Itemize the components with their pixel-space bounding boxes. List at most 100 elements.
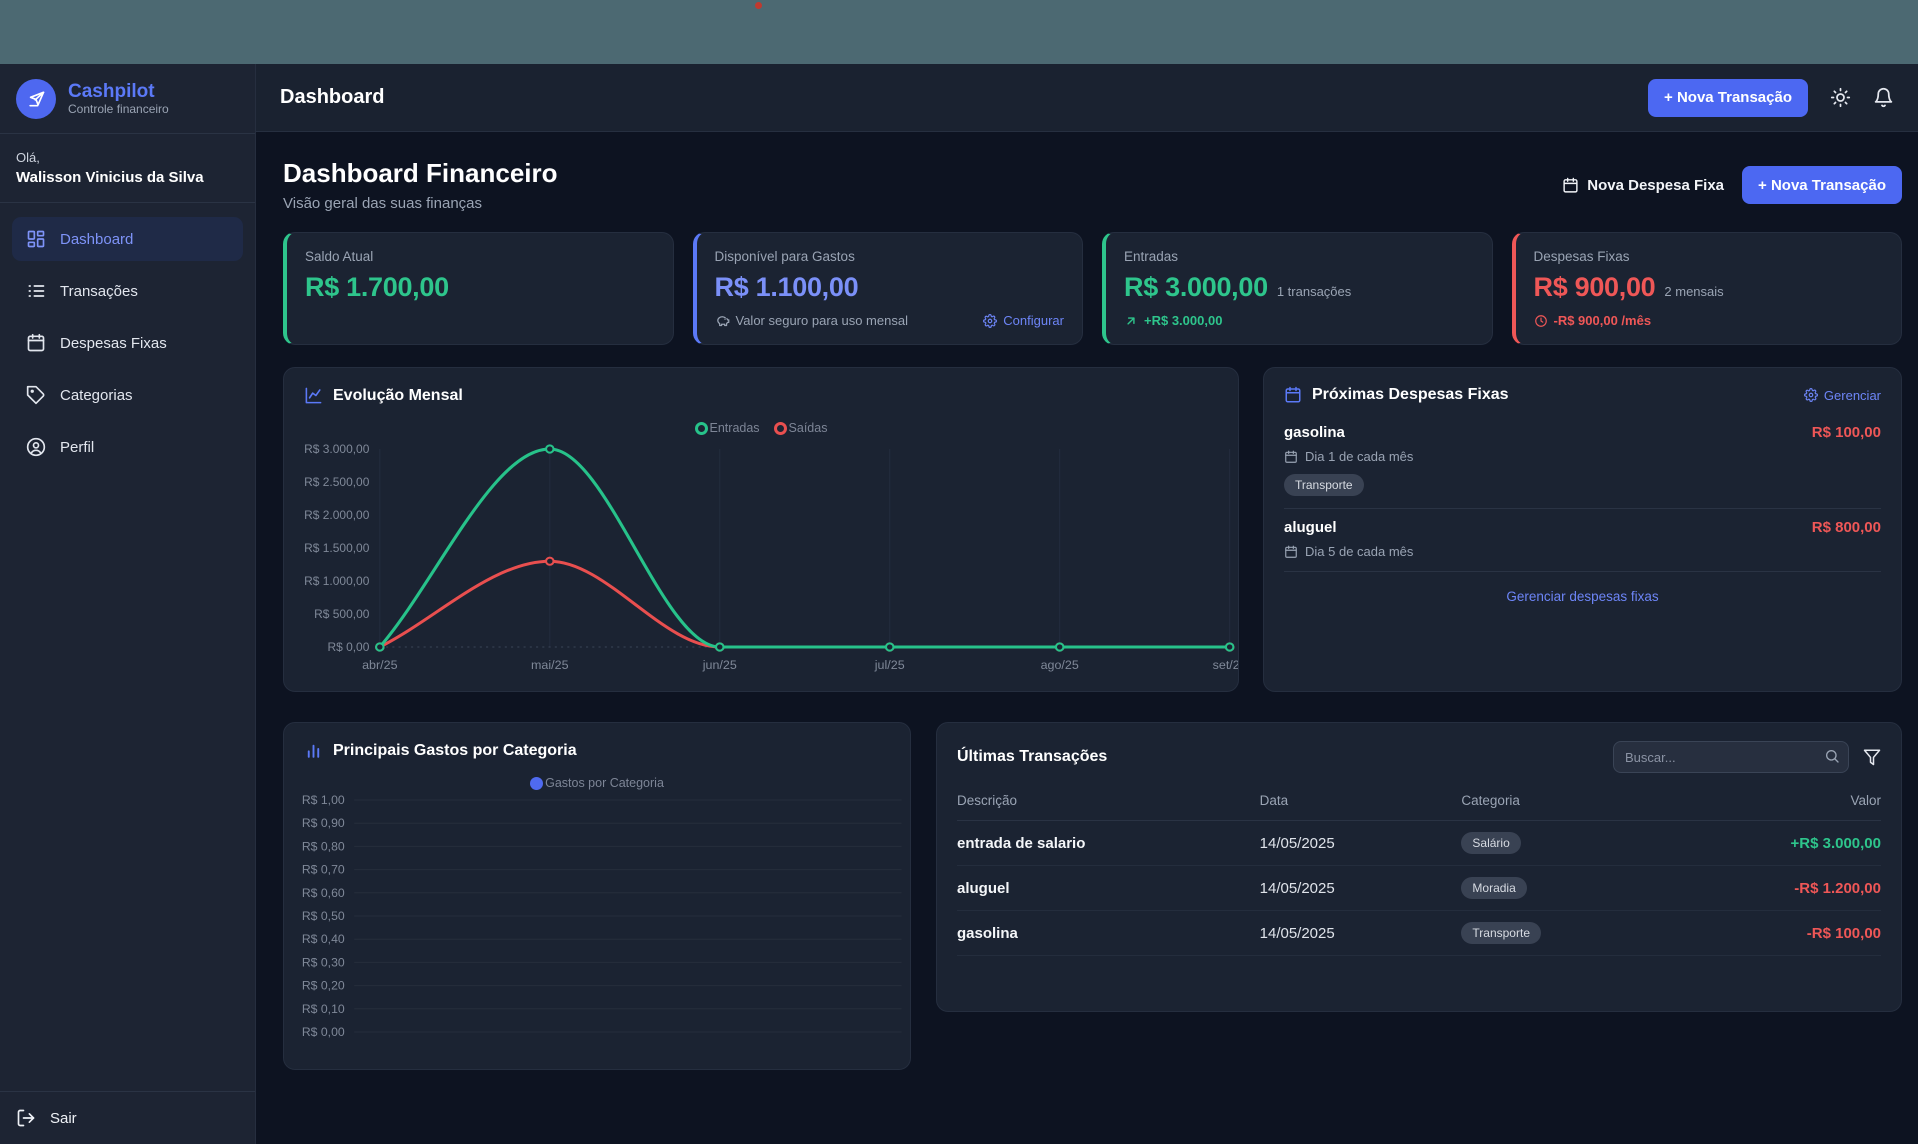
svg-text:R$ 500,00: R$ 500,00: [314, 608, 370, 621]
manage-fixed-expenses-link[interactable]: Gerenciar despesas fixas: [1506, 589, 1658, 604]
user-name: Walisson Vinicius da Silva: [16, 169, 239, 186]
logout-button[interactable]: Sair: [16, 1108, 239, 1128]
bell-icon: [1873, 87, 1894, 108]
legend-marker: [695, 422, 708, 435]
legend-item[interactable]: Saídas: [774, 421, 828, 435]
category-spending-chart: R$ 1,00 R$ 0,90 R$ 0,80 R$ 0,70 R$ 0,60 R$ 0,…: [284, 792, 910, 1042]
monthly-evolution-card: Evolução Mensal Entradas Saídas R$ 3.000,…: [283, 367, 1239, 692]
bar-chart-legend: Gastos por Categoria: [284, 776, 910, 790]
sidebar-item-label: Despesas Fixas: [60, 335, 167, 352]
column-header: Categoria: [1461, 793, 1702, 808]
monthly-evolution-chart: R$ 3.000,00R$ 2.500,00R$ 2.000,00R$ 1.50…: [284, 437, 1238, 677]
sidebar-item-dashboard[interactable]: Dashboard: [12, 217, 243, 261]
gear-icon: [983, 314, 997, 328]
tag-icon: [26, 385, 46, 405]
user-greeting: Olá, Walisson Vinicius da Silva: [0, 134, 255, 203]
calendar-icon: [1284, 450, 1298, 464]
svg-text:R$ 3.000,00: R$ 3.000,00: [304, 443, 370, 456]
transactions-rows: entrada de salario14/05/2025Salário+R$ 3…: [957, 821, 1881, 956]
sidebar-item-label: Dashboard: [60, 231, 133, 248]
category-badge: Transporte: [1284, 474, 1364, 496]
svg-text:R$ 0,30: R$ 0,30: [302, 956, 345, 970]
piggy-bank-icon: [715, 313, 730, 328]
legend-item[interactable]: Gastos por Categoria: [530, 776, 664, 790]
stat-suffix: 2 mensais: [1664, 284, 1723, 299]
line-chart-legend: Entradas Saídas: [284, 421, 1238, 435]
tx-date: 14/05/2025: [1260, 835, 1462, 852]
tx-value: -R$ 1.200,00: [1702, 880, 1881, 897]
fixed-expenses-card: Próximas Despesas Fixas Gerenciar gasoli…: [1263, 367, 1902, 692]
configure-link[interactable]: Configurar: [983, 313, 1064, 328]
card-title: Próximas Despesas Fixas: [1312, 386, 1509, 404]
greeting-salutation: Olá,: [16, 150, 239, 165]
svg-text:jun/25: jun/25: [702, 658, 737, 672]
record-dot: [755, 2, 762, 9]
calendar-icon: [1284, 545, 1298, 559]
notifications-button[interactable]: [1873, 87, 1894, 108]
tx-date: 14/05/2025: [1260, 925, 1462, 942]
sidebar-item-categorias[interactable]: Categorias: [12, 373, 243, 417]
legend-marker: [774, 422, 787, 435]
stat-trend: -R$ 900,00 /mês: [1534, 313, 1652, 328]
transactions-title: Últimas Transações: [957, 748, 1107, 766]
sidebar-item-transacoes[interactable]: Transações: [12, 269, 243, 313]
chart-title: Evolução Mensal: [333, 387, 463, 405]
fixed-expense-item: gasolinaR$ 100,00Dia 1 de cada mêsTransp…: [1284, 414, 1881, 508]
manage-link[interactable]: Gerenciar: [1804, 388, 1881, 403]
fixed-expenses-list: gasolinaR$ 100,00Dia 1 de cada mêsTransp…: [1264, 410, 1901, 691]
sidebar-nav: Dashboard Transações Despesas Fixas Categor…: [0, 203, 255, 483]
stat-value: R$ 900,00: [1534, 272, 1656, 303]
sun-icon: [1830, 87, 1851, 108]
stat-suffix: 1 transações: [1277, 284, 1351, 299]
stat-card-saldo-atual: Saldo Atual R$ 1.700,00: [283, 232, 674, 345]
sidebar-item-label: Categorias: [60, 387, 133, 404]
tx-date: 14/05/2025: [1260, 880, 1462, 897]
filter-button[interactable]: [1863, 748, 1881, 766]
transactions-header-row: DescriçãoDataCategoriaValor: [957, 783, 1881, 821]
stat-card-disponivel: Disponível para Gastos R$ 1.100,00 Valor…: [693, 232, 1084, 345]
stat-value: R$ 3.000,00: [1124, 272, 1268, 303]
tx-category-badge: Moradia: [1461, 877, 1526, 899]
svg-text:R$ 0,70: R$ 0,70: [302, 863, 345, 877]
stat-label: Entradas: [1124, 249, 1474, 264]
svg-text:R$ 1,00: R$ 1,00: [302, 793, 345, 807]
svg-text:R$ 0,20: R$ 0,20: [302, 979, 345, 993]
stat-value: R$ 1.700,00: [305, 272, 449, 303]
stat-value: R$ 1.100,00: [715, 272, 859, 303]
sidebar-item-despesas-fixas[interactable]: Despesas Fixas: [12, 321, 243, 365]
legend-item[interactable]: Entradas: [695, 421, 760, 435]
theme-toggle-button[interactable]: [1830, 87, 1851, 108]
svg-text:abr/25: abr/25: [362, 658, 398, 672]
top-banner: [0, 0, 1918, 64]
stat-label: Despesas Fixas: [1534, 249, 1884, 264]
expense-name: aluguel: [1284, 519, 1337, 536]
expense-schedule: Dia 1 de cada mês: [1305, 449, 1413, 464]
sidebar-item-label: Perfil: [60, 439, 94, 456]
svg-text:mai/25: mai/25: [531, 658, 569, 672]
stat-trend: +R$ 3.000,00: [1124, 313, 1222, 328]
svg-text:R$ 0,00: R$ 0,00: [327, 641, 369, 654]
filter-funnel-icon: [1863, 748, 1881, 766]
calendar-icon: [1284, 386, 1302, 404]
tx-value: -R$ 100,00: [1702, 925, 1881, 942]
new-fixed-expense-button[interactable]: Nova Despesa Fixa: [1562, 177, 1724, 194]
tx-category-badge: Transporte: [1461, 922, 1541, 944]
svg-text:R$ 0,60: R$ 0,60: [302, 886, 345, 900]
new-transaction-button-top[interactable]: + Nova Transação: [1648, 79, 1808, 117]
category-spending-card: Principais Gastos por Categoria Gastos p…: [283, 722, 911, 1070]
logout-label: Sair: [50, 1110, 77, 1127]
new-transaction-button[interactable]: + Nova Transação: [1742, 166, 1902, 204]
logout-icon: [16, 1108, 36, 1128]
svg-text:R$ 0,90: R$ 0,90: [302, 817, 345, 831]
tx-description: gasolina: [957, 925, 1260, 942]
svg-text:R$ 0,80: R$ 0,80: [302, 840, 345, 854]
stat-label: Saldo Atual: [305, 249, 655, 264]
search-input[interactable]: [1613, 741, 1849, 773]
legend-marker: [530, 777, 543, 790]
svg-text:R$ 0,40: R$ 0,40: [302, 933, 345, 947]
sidebar-item-perfil[interactable]: Perfil: [12, 425, 243, 469]
clock-icon: [1534, 314, 1548, 328]
fixed-expense-item: aluguelR$ 800,00Dia 5 de cada mês: [1284, 509, 1881, 571]
page-subtitle: Visão geral das suas finanças: [283, 195, 558, 212]
svg-text:R$ 2.500,00: R$ 2.500,00: [304, 476, 370, 489]
